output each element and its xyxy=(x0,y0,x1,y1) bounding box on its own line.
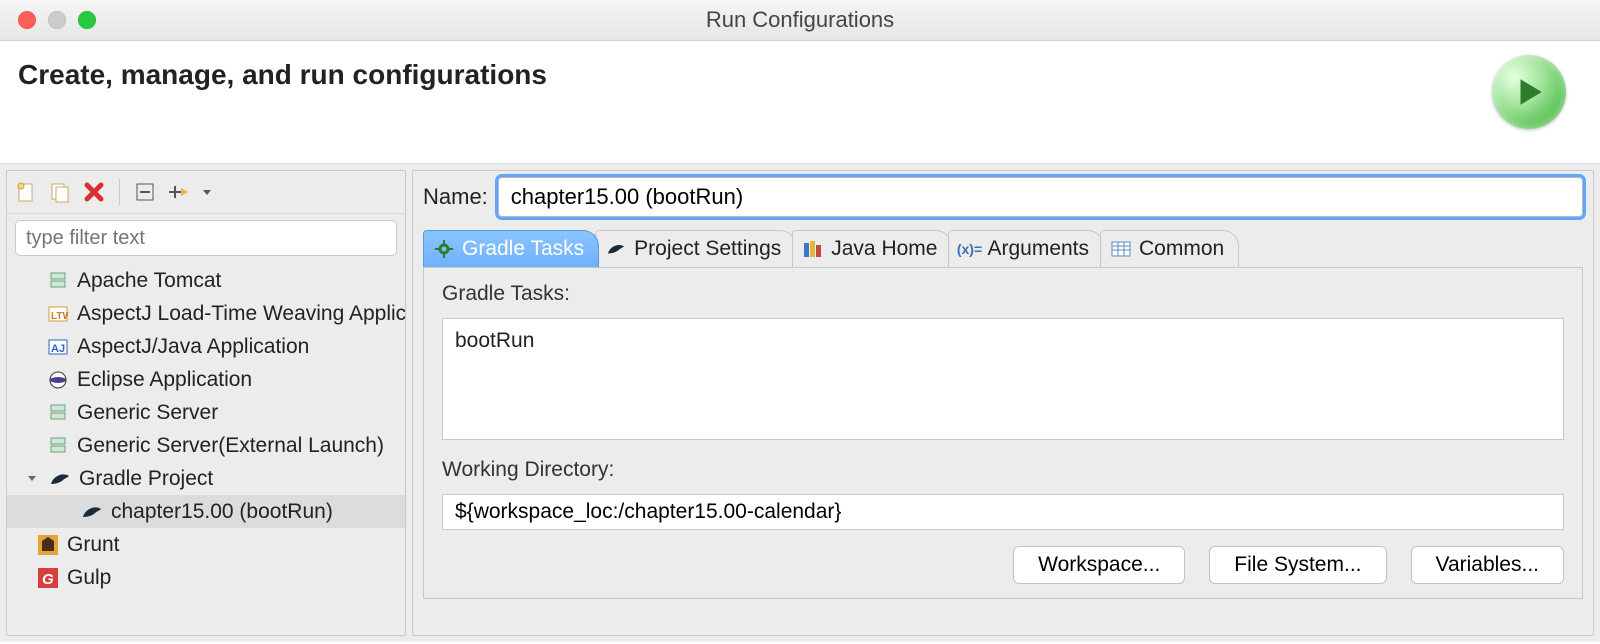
tab-java-home[interactable]: Java Home xyxy=(792,230,952,267)
tab-label: Arguments xyxy=(987,237,1089,261)
new-config-icon[interactable] xyxy=(13,179,39,205)
tree-item-label: Gradle Project xyxy=(79,467,213,491)
svg-text:LTW: LTW xyxy=(51,311,68,322)
gradle-tasks-value: bootRun xyxy=(455,329,534,352)
tab-label: Common xyxy=(1139,237,1224,261)
name-label: Name: xyxy=(423,184,488,210)
variable-icon: (x)= xyxy=(959,239,979,259)
ltw-icon: LTW xyxy=(47,303,69,325)
working-dir-input[interactable] xyxy=(442,494,1564,530)
tree-item-label: Apache Tomcat xyxy=(77,269,221,293)
tree-item-generic-server[interactable]: Generic Server xyxy=(7,396,405,429)
tree-item-grunt[interactable]: Grunt xyxy=(7,528,405,561)
gear-icon xyxy=(434,239,454,259)
tree-item-aspectj-java[interactable]: AJ AspectJ/Java Application xyxy=(7,330,405,363)
server-icon xyxy=(47,270,69,292)
tab-gradle-tasks[interactable]: Gradle Tasks xyxy=(423,230,599,267)
tab-label: Gradle Tasks xyxy=(462,237,584,261)
tab-arguments[interactable]: (x)= Arguments xyxy=(948,230,1104,267)
tree-item-label: Generic Server(External Launch) xyxy=(77,434,384,458)
name-input[interactable] xyxy=(498,177,1583,217)
tab-label: Java Home xyxy=(831,237,937,261)
eclipse-icon xyxy=(47,369,69,391)
toolbar-separator xyxy=(119,179,120,205)
filter-icon[interactable] xyxy=(166,179,192,205)
aj-icon: AJ xyxy=(47,336,69,358)
filter-box xyxy=(15,220,397,256)
tree-item-gradle-project[interactable]: Gradle Project xyxy=(7,462,405,495)
window-title: Run Configurations xyxy=(0,7,1600,33)
variables-button[interactable]: Variables... xyxy=(1411,546,1565,584)
working-dir-label: Working Directory: xyxy=(442,458,1564,482)
tree-item-label: chapter15.00 (bootRun) xyxy=(111,500,333,524)
title-bar: Run Configurations xyxy=(0,0,1600,41)
tree-item-gradle-child[interactable]: chapter15.00 (bootRun) xyxy=(7,495,405,528)
tree-item-label: Grunt xyxy=(67,533,120,557)
name-row: Name: xyxy=(423,177,1583,217)
svg-text:AJ: AJ xyxy=(51,343,65,355)
dialog-body: Apache Tomcat LTW AspectJ Load-Time Weav… xyxy=(0,164,1600,642)
file-system-button[interactable]: File System... xyxy=(1209,546,1386,584)
tab-content: Gradle Tasks: bootRun Working Directory:… xyxy=(423,268,1583,599)
tab-project-settings[interactable]: Project Settings xyxy=(595,230,796,267)
tree-item-label: AspectJ/Java Application xyxy=(77,335,309,359)
gradle-icon xyxy=(606,239,626,259)
gradle-icon xyxy=(49,468,71,490)
books-icon xyxy=(803,239,823,259)
tree-item-aspectj-ltw[interactable]: LTW AspectJ Load-Time Weaving Applicatio… xyxy=(7,297,405,330)
chevron-down-icon[interactable] xyxy=(25,471,41,487)
right-pane: Name: Gradle Tasks Project Settings Java… xyxy=(412,170,1594,636)
collapse-all-icon[interactable] xyxy=(132,179,158,205)
tree-item-label: Generic Server xyxy=(77,401,218,425)
gradle-icon xyxy=(81,501,103,523)
duplicate-config-icon[interactable] xyxy=(47,179,73,205)
tree-item-label: Gulp xyxy=(67,566,111,590)
gradle-tasks-label: Gradle Tasks: xyxy=(442,282,1564,306)
run-icon xyxy=(1492,55,1566,129)
working-dir-buttons: Workspace... File System... Variables... xyxy=(442,546,1564,584)
filter-input[interactable] xyxy=(15,220,397,256)
grunt-icon xyxy=(37,534,59,556)
tree-item-eclipse[interactable]: Eclipse Application xyxy=(7,363,405,396)
left-pane: Apache Tomcat LTW AspectJ Load-Time Weav… xyxy=(6,170,406,636)
svg-text:G: G xyxy=(42,571,54,588)
server-icon xyxy=(47,402,69,424)
gradle-tasks-input[interactable]: bootRun xyxy=(442,318,1564,440)
config-toolbar xyxy=(7,171,405,214)
tree-item-label: AspectJ Load-Time Weaving Application xyxy=(77,302,405,326)
tab-bar: Gradle Tasks Project Settings Java Home … xyxy=(423,227,1583,268)
tree-item-tomcat[interactable]: Apache Tomcat xyxy=(7,264,405,297)
delete-config-icon[interactable] xyxy=(81,179,107,205)
server-icon xyxy=(47,435,69,457)
tree-item-gulp[interactable]: G Gulp xyxy=(7,561,405,594)
workspace-button[interactable]: Workspace... xyxy=(1013,546,1185,584)
dialog-heading: Create, manage, and run configurations xyxy=(18,59,547,91)
tab-common[interactable]: Common xyxy=(1100,230,1239,267)
tree-item-label: Eclipse Application xyxy=(77,368,252,392)
gulp-icon: G xyxy=(37,567,59,589)
dropdown-arrow-icon[interactable] xyxy=(200,179,214,205)
config-tree[interactable]: Apache Tomcat LTW AspectJ Load-Time Weav… xyxy=(7,262,405,635)
table-icon xyxy=(1111,239,1131,259)
tab-label: Project Settings xyxy=(634,237,781,261)
dialog-header: Create, manage, and run configurations xyxy=(0,41,1600,164)
tree-item-generic-server-ext[interactable]: Generic Server(External Launch) xyxy=(7,429,405,462)
